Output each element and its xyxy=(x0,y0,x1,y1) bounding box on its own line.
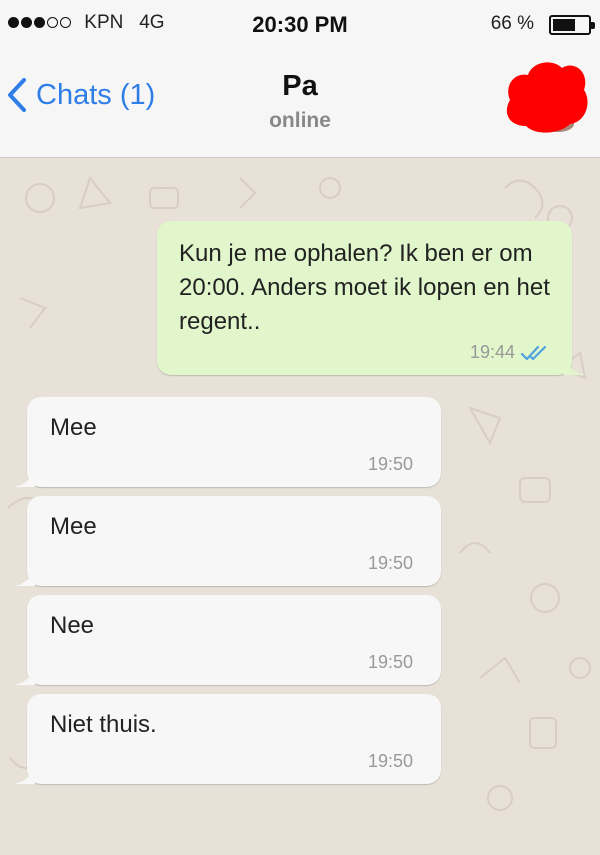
carrier-info: KPN 4G xyxy=(8,12,165,34)
message-time: 19:50 xyxy=(367,751,413,771)
message-time: 19:50 xyxy=(367,652,413,672)
contact-avatar[interactable] xyxy=(500,58,588,136)
message-text: Niet thuis. xyxy=(50,711,157,738)
incoming-message[interactable]: Mee 19:50 xyxy=(13,397,441,487)
chat-header: Chats (1) Pa online xyxy=(0,50,600,158)
message-meta: 19:50 xyxy=(368,553,413,574)
incoming-message[interactable]: Niet thuis. 19:50 xyxy=(13,694,441,784)
message-text: Mee xyxy=(50,414,97,441)
battery-icon xyxy=(549,15,595,35)
double-check-icon xyxy=(520,345,547,360)
message-text: Nee xyxy=(50,612,95,639)
message-meta: 19:50 xyxy=(368,652,413,673)
bubble-tail xyxy=(13,663,35,685)
message-time: 19:50 xyxy=(367,454,413,474)
network-type: 4G xyxy=(139,12,165,34)
carrier-name: KPN xyxy=(84,12,124,34)
bubble-tail xyxy=(564,353,586,375)
message-meta: 19:50 xyxy=(368,751,413,772)
bubble-tail xyxy=(13,564,35,586)
message-time: 19:44 xyxy=(469,342,515,362)
message-meta: 19:44 xyxy=(470,342,550,363)
message-text: Kun je me ophalen? Ik ben er om 20:00. A… xyxy=(179,240,550,335)
message-time: 19:50 xyxy=(367,553,413,573)
battery-percentage: 66 % xyxy=(490,13,534,34)
message-meta: 19:50 xyxy=(368,454,413,475)
outgoing-message[interactable]: Kun je me ophalen? Ik ben er om 20:00. A… xyxy=(157,221,586,375)
incoming-message[interactable]: Nee 19:50 xyxy=(13,595,441,685)
status-bar: KPN 4G 20:30 PM 66 % xyxy=(0,0,600,50)
message-text: Mee xyxy=(50,513,97,540)
bubble-tail xyxy=(13,465,35,487)
signal-strength-icon xyxy=(8,12,73,34)
incoming-message[interactable]: Mee 19:50 xyxy=(13,496,441,586)
bubble-tail xyxy=(13,762,35,784)
battery-level-fill xyxy=(553,19,575,31)
